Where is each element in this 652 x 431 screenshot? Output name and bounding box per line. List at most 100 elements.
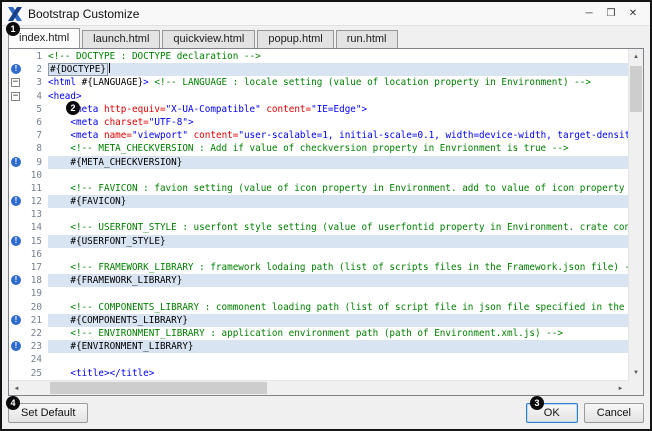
line-number: 20 (24, 301, 48, 314)
tab-quickview.html[interactable]: quickview.html (162, 30, 255, 48)
gutter-margin: − (9, 90, 24, 103)
gutter-margin (9, 208, 24, 221)
code-text: #{USERFONT_STYLE} (48, 235, 628, 248)
close-button[interactable]: ✕ (622, 5, 644, 23)
code-text: <!-- FAVICON : favion setting (value of … (48, 182, 628, 195)
code-text (48, 353, 628, 366)
gutter-margin (9, 248, 24, 261)
gutter-margin (9, 221, 24, 234)
vertical-scroll-track[interactable] (629, 64, 643, 365)
code-text: #{FRAMEWORK_LIBRARY} (48, 274, 628, 287)
line-number: 24 (24, 353, 48, 366)
code-text: #{COMPONENTS_LIBRARY} (48, 314, 628, 327)
code-text: <title></title> (48, 367, 628, 380)
code-line-6[interactable]: 6 <meta charset="UTF-8"> (9, 116, 628, 129)
gutter-margin (9, 327, 24, 340)
code-line-23[interactable]: !23 #{ENVIRONMENT_LIBRARY} (9, 340, 628, 353)
code-line-21[interactable]: !21 #{COMPONENTS_LIBRARY} (9, 314, 628, 327)
gutter-margin: ! (9, 63, 24, 76)
line-number: 1 (24, 50, 48, 63)
code-text (48, 287, 628, 300)
gutter-margin (9, 103, 24, 116)
gutter-margin (9, 261, 24, 274)
tab-run.html[interactable]: run.html (336, 30, 398, 48)
gutter-margin: ! (9, 235, 24, 248)
horizontal-scroll-thumb[interactable] (50, 382, 267, 394)
code-line-8[interactable]: 8 <!-- META_CHECKVERSION : Add if value … (9, 142, 628, 155)
maximize-button[interactable]: ❒ (600, 5, 622, 23)
tab-strip: index.htmllaunch.htmlquickview.htmlpopup… (2, 26, 650, 48)
code-line-25[interactable]: 25 <title></title> (9, 367, 628, 380)
code-line-15[interactable]: !15 #{USERFONT_STYLE} (9, 235, 628, 248)
code-text: <meta name="viewport" content="user-scal… (48, 129, 628, 142)
scrollbar-corner (628, 380, 643, 395)
tab-launch.html[interactable]: launch.html (82, 30, 160, 48)
code-editor[interactable]: 1<!-- DOCTYPE : DOCTYPE declaration -->!… (8, 48, 644, 396)
code-text: <html #{LANGUAGE}> <!-- LANGUAGE : local… (48, 76, 628, 89)
code-line-2[interactable]: !2#{DOCTYPE} (9, 63, 628, 76)
gutter-margin (9, 116, 24, 129)
line-number: 19 (24, 287, 48, 300)
line-number: 15 (24, 235, 48, 248)
line-number: 13 (24, 208, 48, 221)
scroll-down-button[interactable]: ▼ (629, 365, 643, 380)
code-line-22[interactable]: 22 <!-- ENVIRONMENT_LIBRARY : applicatio… (9, 327, 628, 340)
code-text: #{META_CHECKVERSION} (48, 156, 628, 169)
line-number: 11 (24, 182, 48, 195)
window-title: Bootstrap Customize (28, 7, 139, 21)
code-line-13[interactable]: 13 (9, 208, 628, 221)
annotation-badge-3: 3 (530, 396, 544, 410)
code-line-19[interactable]: 19 (9, 287, 628, 300)
code-line-3[interactable]: −3<html #{LANGUAGE}> <!-- LANGUAGE : loc… (9, 76, 628, 89)
code-line-11[interactable]: 11 <!-- FAVICON : favion setting (value … (9, 182, 628, 195)
code-line-1[interactable]: 1<!-- DOCTYPE : DOCTYPE declaration --> (9, 50, 628, 63)
line-number: 18 (24, 274, 48, 287)
code-line-10[interactable]: 10 (9, 169, 628, 182)
code-text (48, 169, 628, 182)
code-line-17[interactable]: 17 <!-- FRAMEWORK_LIBRARY : framework lo… (9, 261, 628, 274)
gutter-margin: − (9, 76, 24, 89)
gutter-margin: ! (9, 274, 24, 287)
code-line-7[interactable]: 7 <meta name="viewport" content="user-sc… (9, 129, 628, 142)
code-text: <meta charset="UTF-8"> (48, 116, 628, 129)
code-line-18[interactable]: !18 #{FRAMEWORK_LIBRARY} (9, 274, 628, 287)
code-text: #{FAVICON} (48, 195, 628, 208)
code-text: <!-- COMPONENTS_LIBRARY : commonent load… (48, 301, 628, 314)
scroll-left-button[interactable]: ◄ (9, 381, 24, 396)
line-number: 25 (24, 367, 48, 380)
line-number: 23 (24, 340, 48, 353)
line-number: 22 (24, 327, 48, 340)
code-line-14[interactable]: 14 <!-- USERFONT_STYLE : userfont style … (9, 221, 628, 234)
title-bar[interactable]: Bootstrap Customize ─ ❒ ✕ (2, 2, 650, 26)
horizontal-scrollbar[interactable]: ◄ ► (9, 380, 628, 395)
window-controls: ─ ❒ ✕ (578, 5, 644, 23)
code-line-12[interactable]: !12 #{FAVICON} (9, 195, 628, 208)
code-line-5[interactable]: 5 <meta http-equiv="X-UA-Compatible" con… (9, 103, 628, 116)
app-icon (8, 7, 22, 21)
code-line-4[interactable]: −4<head> (9, 90, 628, 103)
code-line-20[interactable]: 20 <!-- COMPONENTS_LIBRARY : commonent l… (9, 301, 628, 314)
code-text: #{DOCTYPE} (48, 63, 628, 76)
tab-popup.html[interactable]: popup.html (257, 30, 333, 48)
minimize-button[interactable]: ─ (578, 5, 600, 23)
placeholder-marker-icon: ! (11, 64, 21, 74)
fold-collapse-icon[interactable]: − (11, 92, 20, 101)
code-area[interactable]: 1<!-- DOCTYPE : DOCTYPE declaration -->!… (9, 49, 628, 380)
code-line-16[interactable]: 16 (9, 248, 628, 261)
code-line-24[interactable]: 24 (9, 353, 628, 366)
code-text: <!-- FRAMEWORK_LIBRARY : framework lodai… (48, 261, 628, 274)
horizontal-scroll-track[interactable] (24, 381, 613, 395)
code-text: <!-- DOCTYPE : DOCTYPE declaration --> (48, 50, 628, 63)
vertical-scrollbar[interactable]: ▲ ▼ (628, 49, 643, 380)
fold-collapse-icon[interactable]: − (11, 78, 20, 87)
line-number: 4 (24, 90, 48, 103)
scroll-up-button[interactable]: ▲ (629, 49, 643, 64)
code-line-9[interactable]: !9 #{META_CHECKVERSION} (9, 156, 628, 169)
code-text: <meta http-equiv="X-UA-Compatible" conte… (48, 103, 628, 116)
annotation-badge-1: 1 (6, 22, 20, 36)
vertical-scroll-thumb[interactable] (630, 66, 642, 112)
scroll-right-button[interactable]: ► (613, 381, 628, 396)
set-default-button[interactable]: Set Default (8, 403, 88, 423)
gutter-margin (9, 142, 24, 155)
cancel-button[interactable]: Cancel (584, 403, 644, 423)
